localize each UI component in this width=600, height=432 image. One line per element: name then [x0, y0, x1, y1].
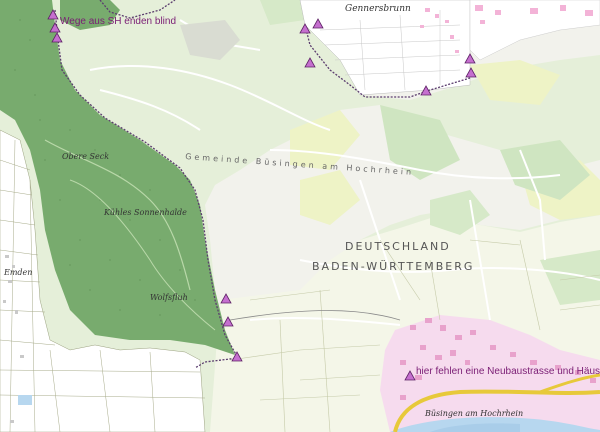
forest-label-1: Obere Seck: [62, 152, 110, 161]
village-left-label: Emden: [4, 268, 33, 277]
town-top-label: Gennersbrunn: [345, 4, 411, 14]
forest-label-3: Wolfsfluh: [150, 293, 188, 302]
pond: [18, 395, 32, 405]
map-view[interactable]: Wege aus SH enden blind hier fehlen eine…: [0, 0, 600, 432]
state-label: BADEN-WÜRTTEMBERG: [312, 260, 475, 273]
top-annotation: Wege aus SH enden blind: [60, 16, 177, 27]
bottom-annotation: hier fehlen eine Neubaustrasse und Häuse…: [416, 366, 600, 377]
forest-label-2: Kühles Sonnenhalde: [104, 208, 187, 217]
country-label: DEUTSCHLAND: [345, 240, 451, 253]
town-bottom-label: Büsingen am Hochrhein: [425, 409, 524, 418]
